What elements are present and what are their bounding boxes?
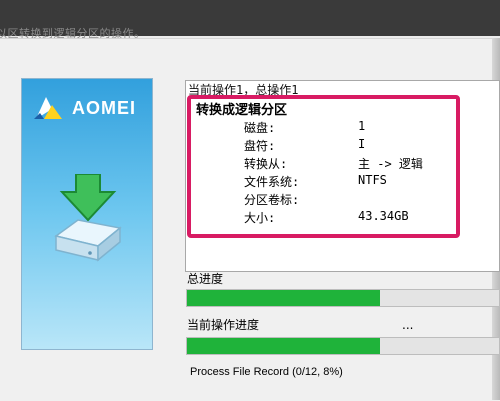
aomei-triangle-logo-icon [34, 97, 62, 119]
operation-info-box: 当前操作1，总操作1 转换成逻辑分区 磁盘: 1 盘符: I 转换从: 主 ->… [185, 80, 500, 272]
current-progress-dots: ... [402, 318, 414, 332]
detail-key: 盘符: [244, 139, 276, 153]
total-progress-fill [187, 290, 381, 306]
detail-value: 43.34GB [358, 209, 409, 223]
total-progress-label: 总进度 [187, 272, 224, 286]
current-progress-bar [186, 337, 500, 355]
progress-status-text: Process File Record (0/12, 8%) [190, 366, 343, 378]
brand-logo: AOMEI [32, 95, 136, 121]
disk-with-down-arrow-icon [54, 174, 122, 262]
total-progress-bar [186, 289, 500, 307]
brand-name: AOMEI [72, 97, 137, 118]
detail-value: 1 [358, 119, 366, 133]
current-progress-label: 当前操作进度 [187, 318, 260, 332]
detail-value: NTFS [358, 173, 387, 187]
detail-value: I [358, 137, 366, 151]
detail-key: 文件系统: [244, 175, 300, 189]
operation-title: 转换成逻辑分区 [196, 103, 288, 118]
detail-key: 大小: [244, 211, 276, 225]
detail-key: 磁盘: [244, 121, 276, 135]
detail-key: 转换从: [244, 157, 288, 171]
detail-key: 分区卷标: [244, 193, 300, 207]
current-progress-fill [187, 338, 381, 354]
detail-value: 主 -> 逻辑 [358, 157, 423, 171]
brand-panel: AOMEI [21, 78, 153, 350]
